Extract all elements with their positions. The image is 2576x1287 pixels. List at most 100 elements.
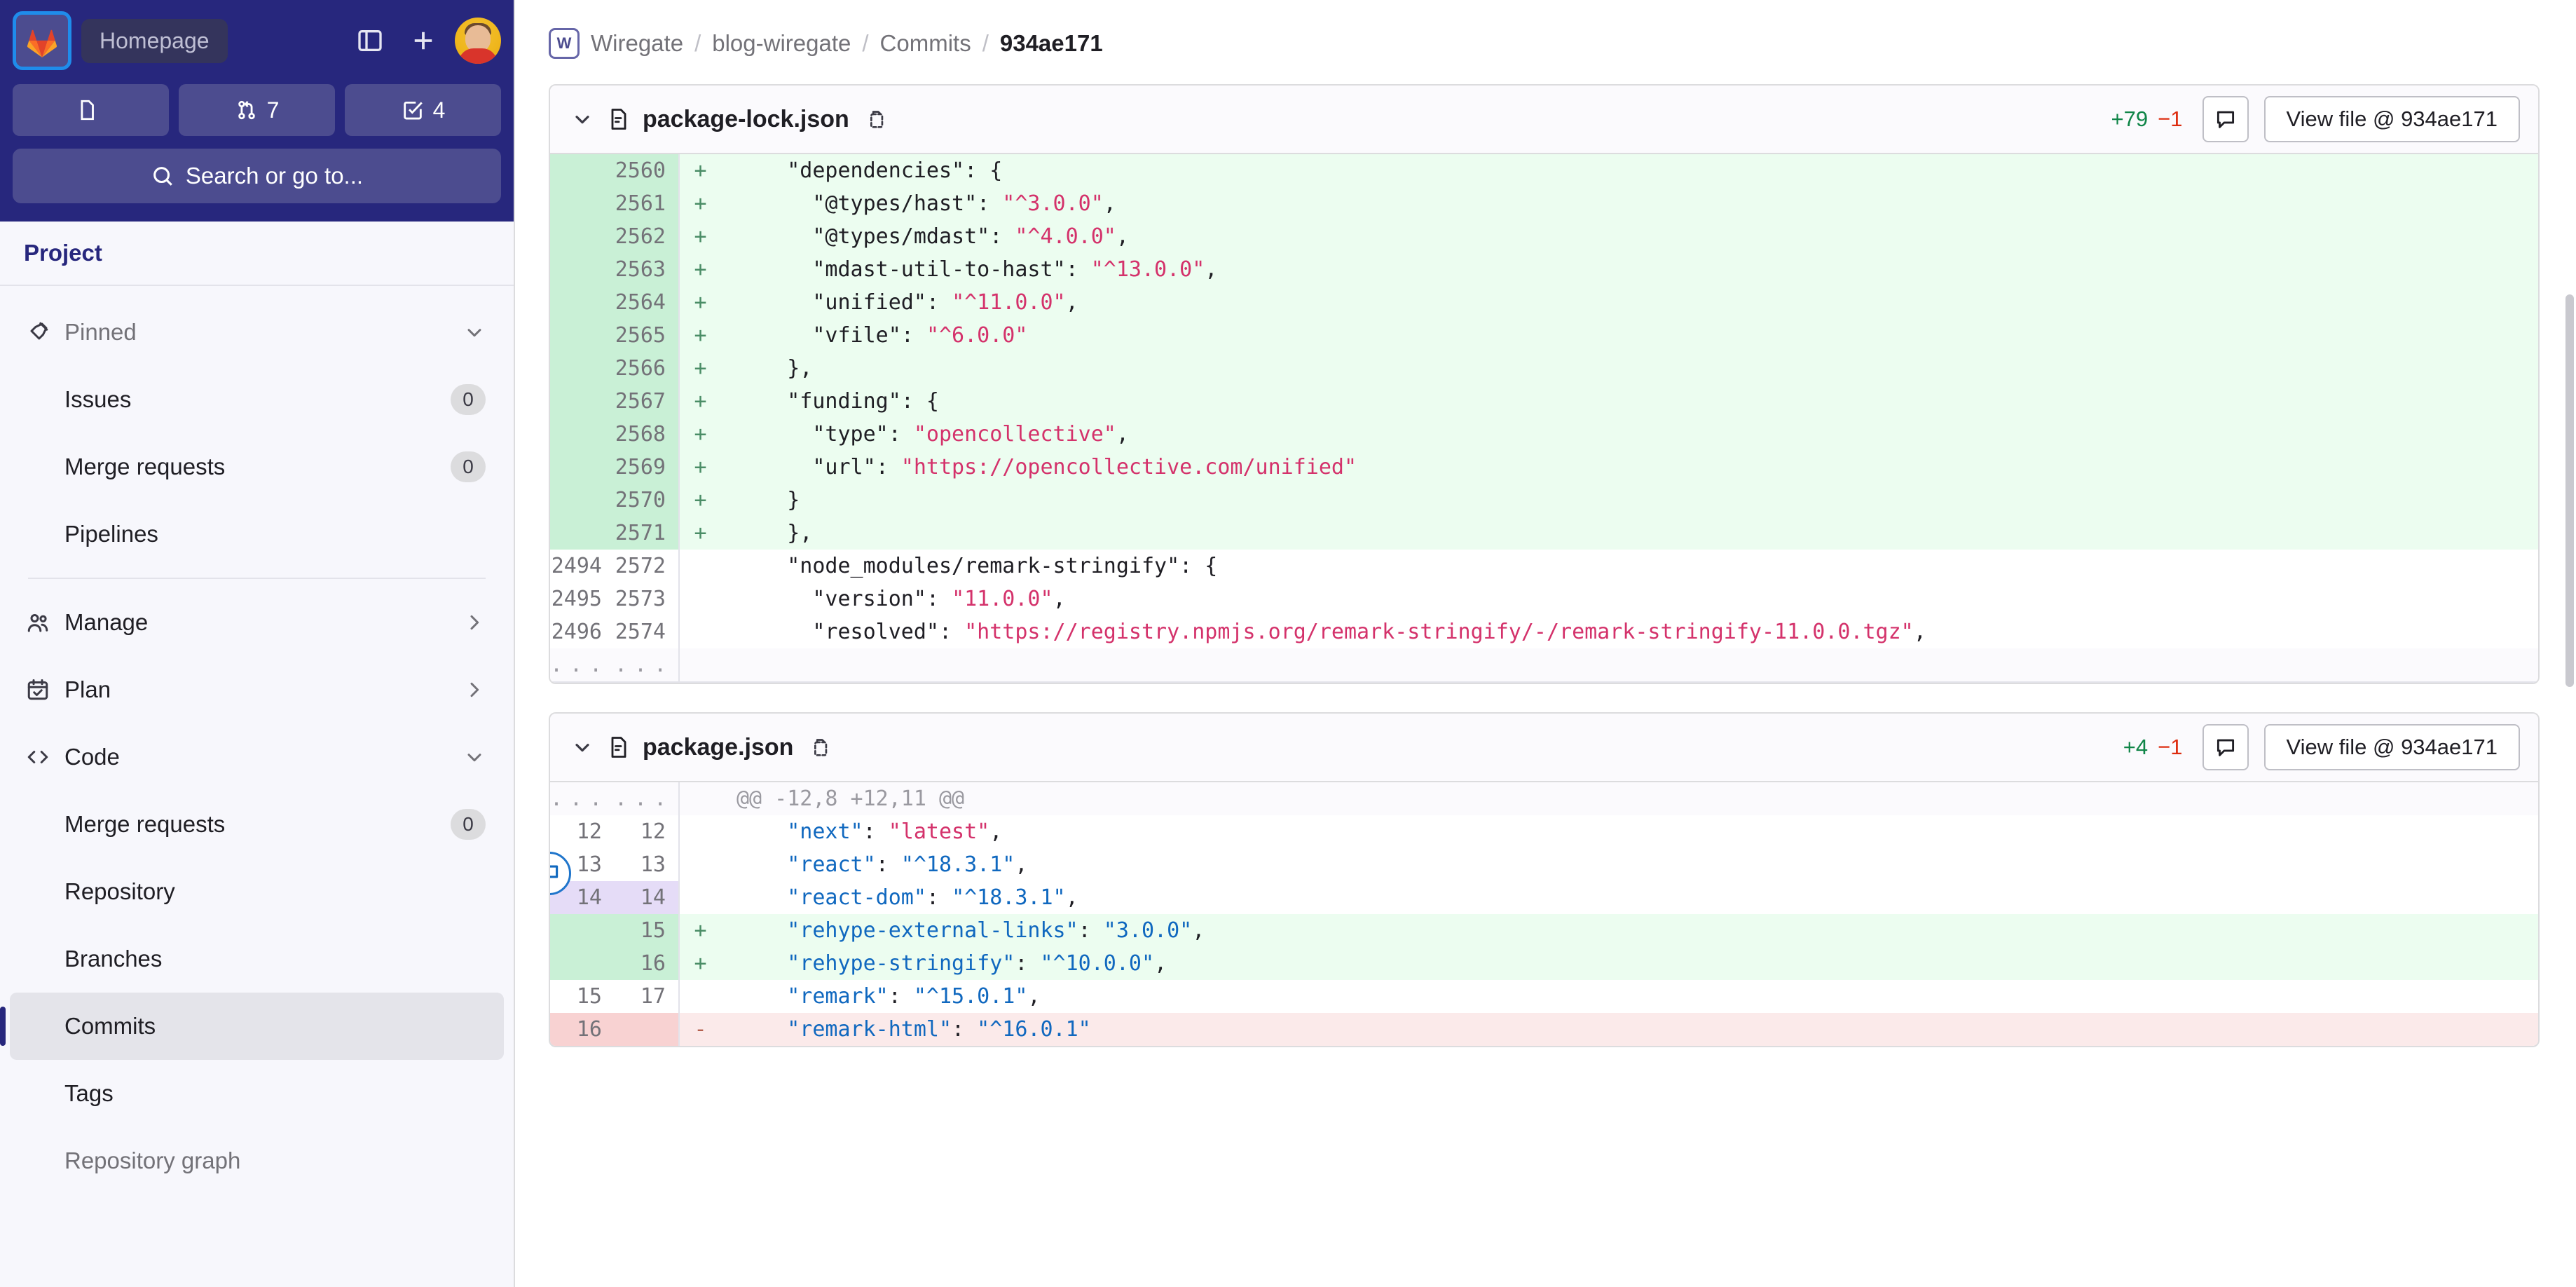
view-file-button[interactable]: View file @ 934ae171: [2263, 724, 2520, 770]
sidebar-item-tags[interactable]: Tags: [10, 1060, 504, 1127]
diff-new-line-number[interactable]: ...: [615, 782, 679, 815]
toggle-comments-button[interactable]: [2202, 724, 2249, 770]
diff-old-line-number[interactable]: [550, 517, 615, 550]
diff-line-row[interactable]: 2570 + }: [550, 484, 2538, 517]
diff-old-line-number[interactable]: 2494: [550, 550, 615, 583]
diff-line-row[interactable]: 15 + "rehype-external-links": "3.0.0",: [550, 914, 2538, 947]
breadcrumb-section[interactable]: Commits: [880, 30, 971, 57]
diff-old-line-number[interactable]: [550, 451, 615, 484]
diff-new-line-number[interactable]: 2568: [615, 418, 679, 451]
diff-line-row[interactable]: 2566 + },: [550, 352, 2538, 385]
chip-issues[interactable]: [13, 84, 169, 136]
diff-new-line-number[interactable]: 12: [615, 815, 679, 848]
breadcrumb-project[interactable]: blog-wiregate: [712, 30, 851, 57]
diff-old-line-number[interactable]: [550, 253, 615, 286]
chevron-down-icon[interactable]: [571, 108, 594, 130]
diff-line-row[interactable]: 2569 + "url": "https://opencollective.com…: [550, 451, 2538, 484]
diff-new-line-number[interactable]: 2565: [615, 319, 679, 352]
diff-line-row[interactable]: 2494 2572 "node_modules/remark-stringify"…: [550, 550, 2538, 583]
sidebar-item-pinned[interactable]: Pinned: [10, 299, 504, 366]
sidebar-item-merge-requests[interactable]: Merge requests 0: [10, 791, 504, 858]
sidebar-item-branches[interactable]: Branches: [10, 925, 504, 993]
search-input[interactable]: Search or go to...: [13, 149, 501, 203]
diff-old-line-number[interactable]: [550, 385, 615, 418]
diff-file-name[interactable]: package.json: [643, 734, 793, 761]
toggle-comments-button[interactable]: [2202, 96, 2249, 142]
copy-path-icon[interactable]: [807, 735, 831, 759]
diff-line-row[interactable]: 15 17 "remark": "^15.0.1",: [550, 980, 2538, 1013]
diff-line-row[interactable]: 12 12 "next": "latest",: [550, 815, 2538, 848]
diff-line-row[interactable]: 2567 + "funding": {: [550, 385, 2538, 418]
diff-old-line-number[interactable]: [550, 220, 615, 253]
diff-new-line-number[interactable]: 2567: [615, 385, 679, 418]
page-scrollbar[interactable]: [2563, 0, 2576, 1287]
diff-line-row[interactable]: 2568 + "type": "opencollective",: [550, 418, 2538, 451]
diff-old-line-number[interactable]: 12: [550, 815, 615, 848]
diff-old-line-number[interactable]: [550, 286, 615, 319]
diff-old-line-number[interactable]: [550, 187, 615, 220]
chevron-down-icon[interactable]: [571, 736, 594, 758]
sidebar-item-issues[interactable]: Issues 0: [10, 366, 504, 433]
diff-old-line-number[interactable]: 2495: [550, 583, 615, 615]
diff-line-row[interactable]: 2562 + "@types/mdast": "^4.0.0",: [550, 220, 2538, 253]
diff-old-line-number[interactable]: 2496: [550, 615, 615, 648]
diff-line-row[interactable]: ...... @@ -12,8 +12,11 @@: [550, 782, 2538, 815]
view-file-button[interactable]: View file @ 934ae171: [2263, 96, 2520, 142]
diff-new-line-number[interactable]: 2560: [615, 154, 679, 187]
chevron-down-icon[interactable]: [463, 746, 486, 768]
diff-line-row[interactable]: ......: [550, 648, 2538, 683]
sidebar-item-pipelines[interactable]: Pipelines: [10, 500, 504, 568]
breadcrumb-group[interactable]: Wiregate: [591, 30, 683, 57]
diff-old-line-number[interactable]: [550, 947, 615, 980]
diff-new-line-number[interactable]: 2574: [615, 615, 679, 648]
sidebar-item-manage[interactable]: Manage: [10, 589, 504, 656]
user-avatar[interactable]: [455, 18, 501, 64]
diff-new-line-number[interactable]: 2566: [615, 352, 679, 385]
diff-line-row[interactable]: 2561 + "@types/hast": "^3.0.0",: [550, 187, 2538, 220]
diff-new-line-number[interactable]: 17: [615, 980, 679, 1013]
diff-old-line-number[interactable]: [550, 914, 615, 947]
diff-old-line-number[interactable]: 15: [550, 980, 615, 1013]
chip-merge-requests[interactable]: 7: [179, 84, 335, 136]
diff-old-line-number[interactable]: ...: [550, 782, 615, 815]
copy-path-icon[interactable]: [863, 107, 887, 131]
diff-new-line-number[interactable]: 14: [615, 881, 679, 914]
chevron-right-icon[interactable]: [463, 611, 486, 634]
diff-new-line-number[interactable]: 16: [615, 947, 679, 980]
diff-new-line-number[interactable]: 2572: [615, 550, 679, 583]
chevron-right-icon[interactable]: [463, 679, 486, 701]
diff-old-line-number[interactable]: 16: [550, 1013, 615, 1046]
sidebar-item-commits[interactable]: Commits: [0, 993, 504, 1060]
gitlab-logo-button[interactable]: [13, 11, 71, 70]
diff-new-line-number[interactable]: ...: [615, 648, 679, 683]
sidebar-item-repository-graph[interactable]: Repository graph: [10, 1127, 504, 1194]
diff-old-line-number[interactable]: [550, 154, 615, 187]
diff-new-line-number[interactable]: 2564: [615, 286, 679, 319]
sidebar-toggle-icon[interactable]: [348, 19, 392, 62]
diff-new-line-number[interactable]: 2561: [615, 187, 679, 220]
diff-line-row[interactable]: 2560 + "dependencies": {: [550, 154, 2538, 187]
diff-file-name[interactable]: package-lock.json: [643, 106, 849, 133]
diff-line-row[interactable]: 2496 2574 "resolved": "https://registry.n…: [550, 615, 2538, 648]
page-scrollbar-thumb[interactable]: [2565, 294, 2574, 687]
diff-new-line-number[interactable]: 2573: [615, 583, 679, 615]
create-new-icon[interactable]: [402, 19, 445, 62]
diff-line-row[interactable]: 13 13 "react": "^18.3.1",: [550, 848, 2538, 881]
chip-todos[interactable]: 4: [345, 84, 501, 136]
diff-old-line-number[interactable]: ...: [550, 648, 615, 683]
diff-line-row[interactable]: 2564 + "unified": "^11.0.0",: [550, 286, 2538, 319]
sidebar-item-repository[interactable]: Repository: [10, 858, 504, 925]
diff-old-line-number[interactable]: [550, 484, 615, 517]
diff-old-line-number[interactable]: [550, 352, 615, 385]
diff-new-line-number[interactable]: 2563: [615, 253, 679, 286]
diff-line-row[interactable]: 2495 2573 "version": "11.0.0",: [550, 583, 2538, 615]
diff-line-row[interactable]: 2565 + "vfile": "^6.0.0": [550, 319, 2538, 352]
diff-line-row[interactable]: 16 - "remark-html": "^16.0.1": [550, 1013, 2538, 1046]
sidebar-item-code[interactable]: Code: [10, 723, 504, 791]
diff-new-line-number[interactable]: 13: [615, 848, 679, 881]
diff-old-line-number[interactable]: [550, 418, 615, 451]
diff-new-line-number[interactable]: 2570: [615, 484, 679, 517]
sidebar-item-plan[interactable]: Plan: [10, 656, 504, 723]
sidebar-item-merge-requests[interactable]: Merge requests 0: [10, 433, 504, 500]
diff-new-line-number[interactable]: 2562: [615, 220, 679, 253]
